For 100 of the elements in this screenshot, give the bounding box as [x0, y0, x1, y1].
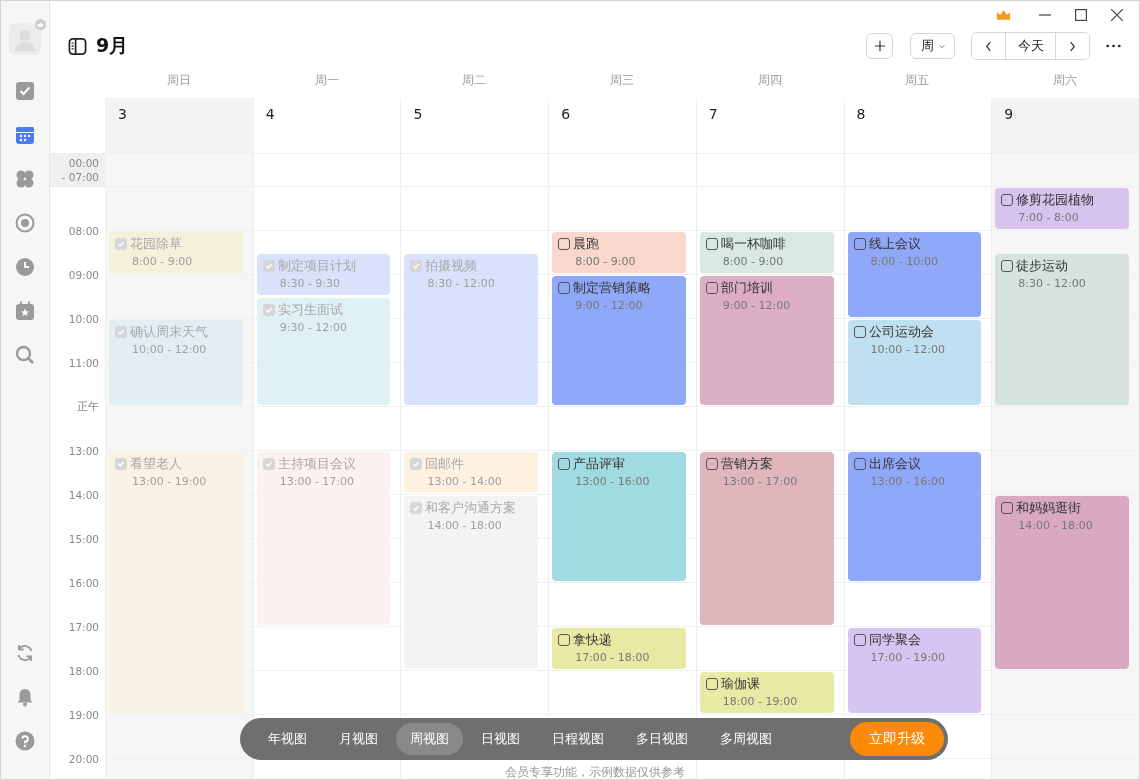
checkbox[interactable]: [1001, 194, 1014, 206]
date-number: 5: [413, 106, 423, 122]
event-card[interactable]: 喝一杯咖啡 8:00 - 9:00: [699, 232, 834, 273]
checkmark-icon: [263, 305, 274, 315]
event-card[interactable]: 同学聚会 17:00 - 19:00: [847, 628, 982, 713]
event-time: 13:00 - 16:00: [870, 475, 946, 488]
time-label: 09:00: [68, 269, 99, 281]
sync-icon: [15, 643, 35, 663]
event-title: 部门培训: [720, 279, 773, 297]
view-tab[interactable]: 日视图: [467, 723, 534, 755]
checkbox[interactable]: [853, 458, 866, 470]
checkmark-icon: [116, 459, 126, 469]
checkbox[interactable]: [558, 634, 571, 646]
event-title: 同学聚会: [868, 631, 921, 649]
checkbox[interactable]: [853, 326, 866, 338]
calendar-icon: [15, 125, 35, 145]
checkbox[interactable]: [853, 238, 866, 250]
time-label: 00:00: [68, 156, 99, 170]
event-time: 10:00 - 12:00: [132, 343, 208, 356]
event-time: 10:00 - 12:00: [870, 343, 946, 356]
event-card[interactable]: 部门培训 9:00 - 12:00: [699, 276, 834, 405]
event-title: 和客户沟通方案: [425, 499, 517, 517]
event-card[interactable]: 出席会议 13:00 - 16:00: [847, 452, 982, 581]
checkbox[interactable]: [558, 282, 571, 294]
weekday-label: 周日: [166, 73, 191, 87]
clock-icon: [15, 257, 35, 277]
checkbox[interactable]: [705, 238, 718, 250]
event-card[interactable]: 晨跑 8:00 - 9:00: [552, 232, 686, 273]
checkbox-icon: [15, 81, 35, 101]
view-tab[interactable]: 月视图: [325, 723, 392, 755]
help-icon: [15, 731, 35, 751]
event-card[interactable]: 线上会议 8:00 - 10:00: [847, 232, 982, 317]
event-card[interactable]: 公司运动会 10:00 - 12:00: [847, 320, 982, 405]
event-title: 晨跑: [573, 235, 600, 253]
event-title: 实习生面试: [277, 301, 343, 319]
checkbox[interactable]: [853, 634, 866, 646]
today-button[interactable]: 今天: [1005, 33, 1056, 59]
event-title: 徒步运动: [1016, 257, 1069, 275]
date-number: 4: [265, 106, 275, 122]
checkbox[interactable]: [558, 458, 571, 470]
crown-badge-icon: [35, 19, 46, 30]
event-time: 8:30 - 9:30: [279, 277, 342, 290]
add-button[interactable]: [866, 33, 893, 59]
event-time: 17:00 - 19:00: [870, 651, 946, 664]
weekday-label: 周三: [610, 73, 634, 87]
checkmark-icon: [411, 459, 422, 469]
view-tab[interactable]: 年视图: [254, 723, 321, 755]
checkmark-icon: [411, 261, 422, 271]
checkbox[interactable]: [705, 458, 718, 470]
checkbox[interactable]: [558, 238, 571, 250]
view-tab[interactable]: 多日视图: [622, 723, 702, 755]
sidebar-toggle-icon[interactable]: [68, 36, 87, 56]
time-label: - 07:00: [61, 170, 99, 184]
chevron-left-icon: [985, 40, 992, 52]
time-label: 14:00: [68, 489, 99, 501]
checkbox[interactable]: [705, 678, 718, 690]
time-label: 10:00: [68, 313, 99, 325]
event-card[interactable]: 修剪花园植物 7:00 - 8:00: [995, 188, 1129, 229]
event-time: 13:00 - 17:00: [722, 475, 799, 488]
event-title: 主持项目会议: [277, 455, 356, 473]
event-time: 8:00 - 9:00: [722, 255, 785, 268]
close-icon: [1111, 9, 1123, 21]
view-tab[interactable]: 多周视图: [706, 723, 786, 755]
event-title: 看望老人: [130, 455, 182, 473]
event-time: 8:00 - 10:00: [870, 255, 939, 268]
event-card[interactable]: 瑜伽课 18:00 - 19:00: [699, 672, 834, 713]
view-dropdown[interactable]: 周: [910, 33, 955, 59]
event-card[interactable]: 徒步运动 8:30 - 12:00: [995, 254, 1129, 405]
event-card[interactable]: 和妈妈逛街 14:00 - 18:00: [995, 496, 1129, 669]
time-label: 08:00: [68, 225, 99, 237]
crown-icon[interactable]: [996, 9, 1011, 21]
event-time: 13:00 - 16:00: [575, 475, 651, 488]
event-card[interactable]: 营销方案 13:00 - 17:00: [699, 452, 834, 625]
checkmark-icon: [116, 327, 126, 337]
weekday-label: 周二: [462, 73, 487, 87]
event-title: 出席会议: [868, 455, 921, 473]
time-label: 18:00: [68, 665, 99, 677]
event-card[interactable]: 产品评审 13:00 - 16:00: [552, 452, 686, 581]
date-number: 6: [561, 106, 571, 122]
weekday-label: 周五: [905, 73, 930, 87]
view-tab[interactable]: 日程视图: [538, 723, 618, 755]
checkbox[interactable]: [1001, 502, 1014, 514]
event-time: 14:00 - 18:00: [427, 519, 503, 532]
event-title: 和妈妈逛街: [1016, 499, 1082, 517]
plus-icon: [873, 40, 886, 52]
event-title: 产品评审: [573, 455, 626, 473]
event-title: 拿快递: [573, 631, 613, 649]
event-card[interactable]: 制定营销策略 9:00 - 12:00: [552, 276, 686, 405]
event-title: 制定营销策略: [573, 279, 652, 297]
view-tab[interactable]: 周视图: [396, 723, 463, 755]
checkmark-icon: [263, 261, 274, 271]
checkbox[interactable]: [705, 282, 718, 294]
time-label: 20:00: [68, 753, 99, 765]
event-time: 9:00 - 12:00: [722, 299, 792, 312]
month-title: 9月: [96, 33, 129, 58]
event-title: 修剪花园植物: [1016, 191, 1095, 209]
checkbox[interactable]: [1001, 260, 1014, 272]
event-time: 13:00 - 19:00: [132, 475, 208, 488]
event-time: 18:00 - 19:00: [722, 695, 799, 708]
event-card[interactable]: 拿快递 17:00 - 18:00: [552, 628, 686, 669]
